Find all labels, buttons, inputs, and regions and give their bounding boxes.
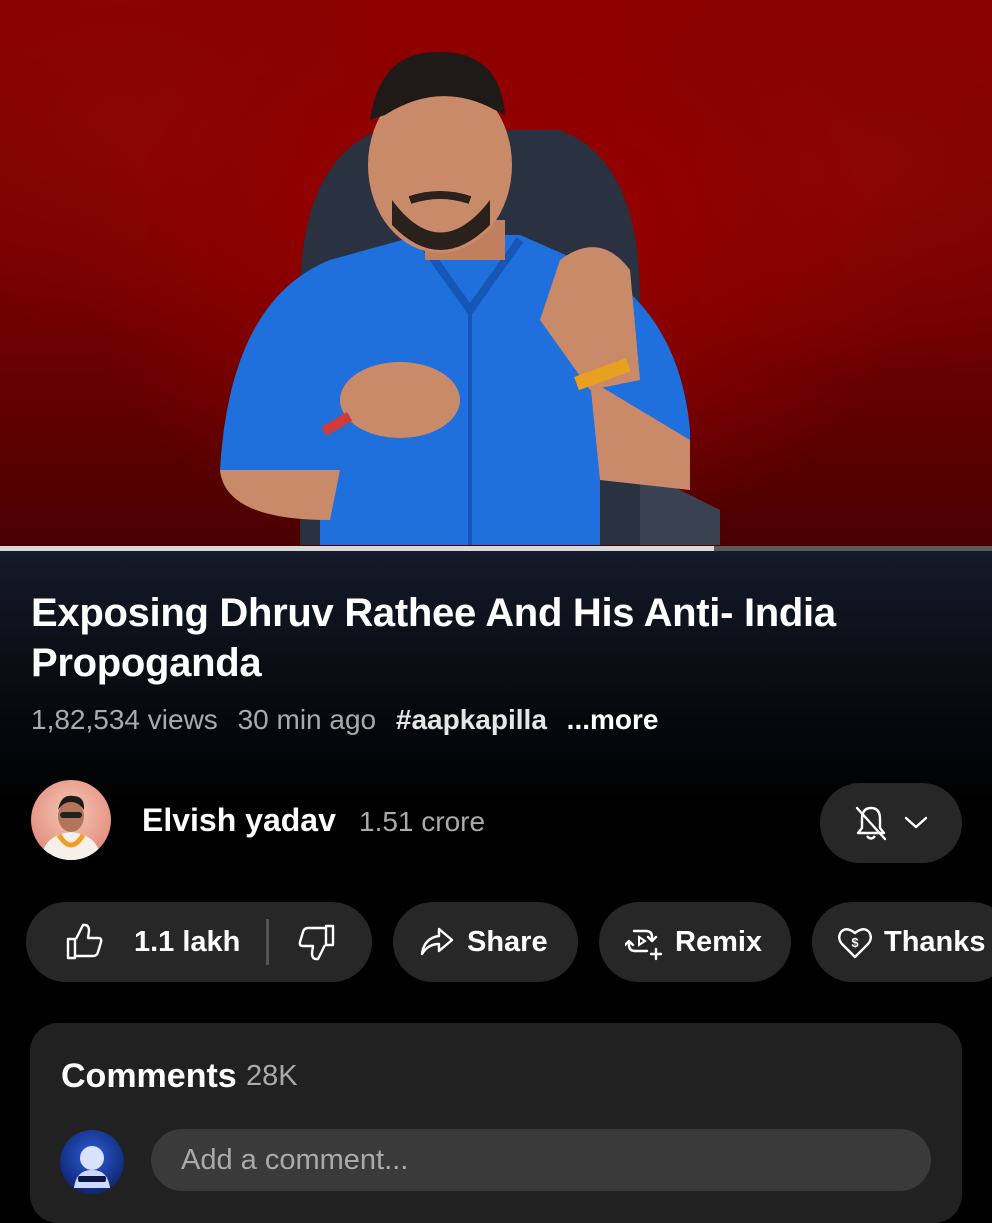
- hashtag-link[interactable]: #aapkapilla: [396, 704, 547, 735]
- thanks-icon: $: [838, 928, 872, 959]
- video-meta-row[interactable]: 1,82,534 views 30 min ago #aapkapilla ..…: [31, 704, 670, 736]
- remix-label: Remix: [675, 925, 763, 958]
- video-frame-illustration: [220, 51, 720, 545]
- comments-title: Comments: [61, 1057, 237, 1095]
- dislike-icon[interactable]: [297, 922, 337, 962]
- share-button[interactable]: Share: [393, 902, 578, 982]
- more-link[interactable]: ...more: [567, 704, 659, 735]
- channel-name[interactable]: Elvish yadav: [142, 802, 336, 839]
- channel-avatar[interactable]: [31, 780, 111, 860]
- subscription-notification-button[interactable]: [820, 783, 962, 863]
- video-player[interactable]: [0, 0, 992, 548]
- user-avatar: [60, 1130, 124, 1194]
- view-count: 1,82,534 views: [31, 704, 218, 735]
- like-dislike-group: 1.1 lakh: [26, 902, 372, 982]
- share-icon: [420, 927, 454, 956]
- chevron-down-icon: [904, 816, 928, 829]
- remix-icon: [625, 929, 663, 961]
- subscriber-count: 1.51 crore: [359, 806, 486, 837]
- like-icon[interactable]: [64, 922, 104, 962]
- like-divider: [266, 919, 270, 965]
- thanks-label: Thanks: [884, 925, 986, 958]
- comments-count: 28K: [246, 1060, 298, 1092]
- thanks-button[interactable]: $ Thanks: [812, 902, 992, 982]
- comments-section[interactable]: Comments 28K: [30, 1023, 962, 1223]
- video-title[interactable]: Exposing Dhruv Rathee And His Anti- Indi…: [31, 588, 951, 688]
- bell-off-icon: [855, 806, 887, 841]
- like-count[interactable]: 1.1 lakh: [134, 926, 240, 959]
- add-comment-input[interactable]: [151, 1129, 931, 1191]
- remix-button[interactable]: Remix: [599, 902, 791, 982]
- upload-time: 30 min ago: [237, 704, 377, 735]
- share-label: Share: [467, 925, 548, 958]
- svg-text:$: $: [851, 935, 859, 950]
